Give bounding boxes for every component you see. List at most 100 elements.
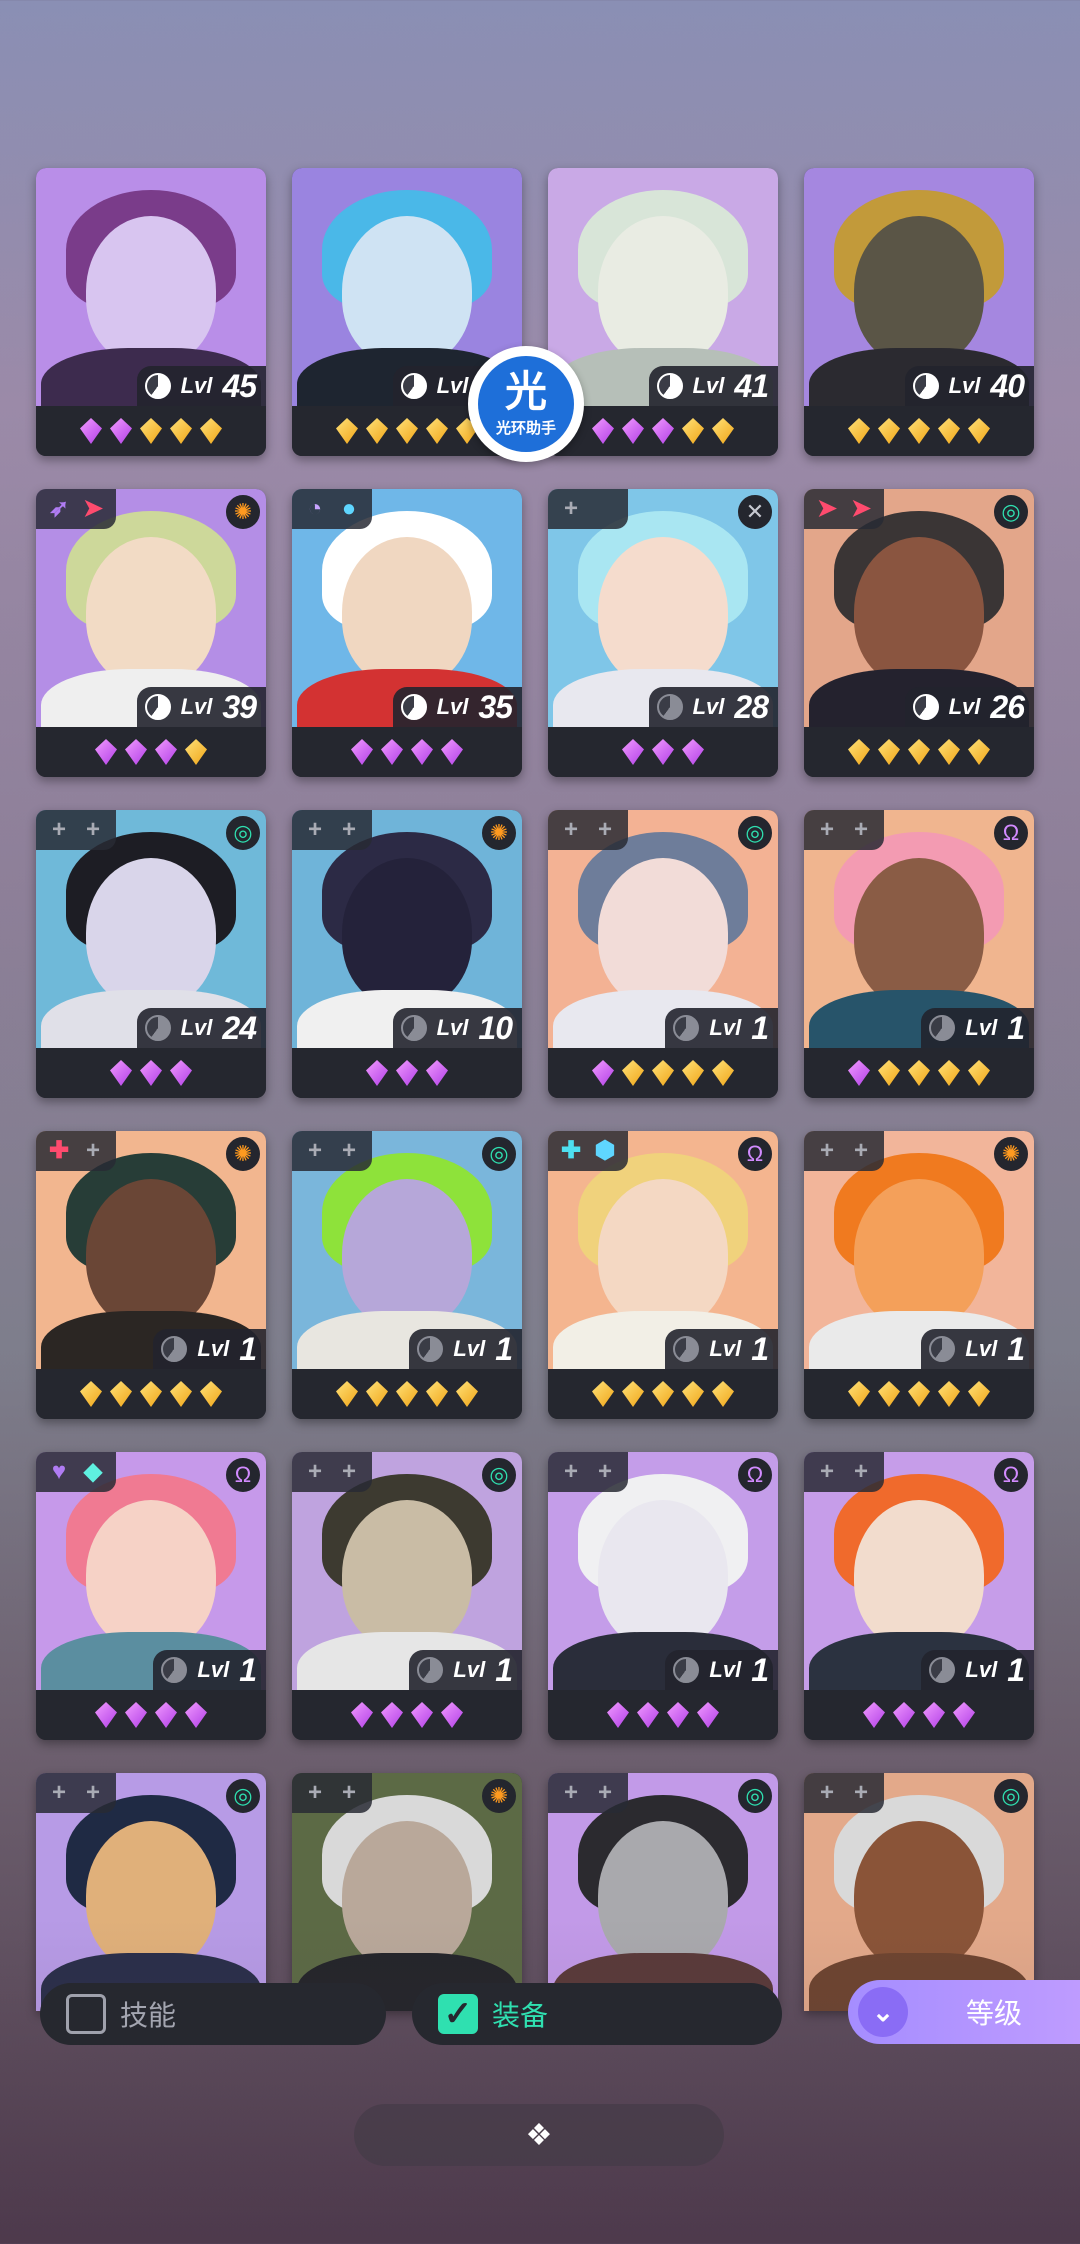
gold-star-gem-icon (878, 418, 900, 444)
faction-green-icon: ◎ (482, 1458, 516, 1492)
gold-star-gem-icon (848, 1381, 870, 1407)
level-label: Lvl (692, 694, 725, 719)
plus-icon: + (51, 816, 66, 843)
gold-star-gem-icon (366, 1381, 388, 1407)
hero-card[interactable]: + + ✺ Lvl 1 (804, 1131, 1034, 1419)
exp-pie-icon (144, 373, 171, 399)
purple-star-gem-icon (155, 739, 177, 765)
equipment-checkbox[interactable]: ✓ (438, 1994, 478, 2034)
plus-icon: + (597, 1779, 612, 1806)
hero-card[interactable]: + ✕ Lvl 28 (548, 489, 778, 777)
gold-star-gem-icon (968, 418, 990, 444)
hero-card[interactable]: ◔ ● Lvl 35 (292, 489, 522, 777)
hero-tags: + + (292, 810, 372, 850)
hero-card[interactable]: + + ◎ Lvl 1 (292, 1452, 522, 1740)
plus-icon: + (563, 1779, 578, 1806)
hero-tags: ✚ + (36, 1131, 116, 1171)
bottom-shade (0, 1918, 1080, 2244)
diamond-cluster-icon: ❖ (525, 2118, 553, 2152)
hero-tags: ✚ ⬢ (548, 1131, 628, 1171)
level-badge: Lvl 10 (392, 1008, 522, 1048)
gold-star-gem-icon (968, 1381, 990, 1407)
hero-face (854, 858, 984, 1008)
level-badge: Lvl 1 (153, 1650, 266, 1690)
level-label: Lvl (709, 1657, 742, 1682)
hero-card[interactable]: ➶ ➤ ✺ Lvl 39 (36, 489, 266, 777)
plus-icon: + (341, 1779, 356, 1806)
hero-tags: + + (548, 810, 628, 850)
hero-card[interactable]: ✚ + ✺ Lvl 1 (36, 1131, 266, 1419)
purple-star-gem-icon (953, 1702, 975, 1728)
hero-card[interactable]: Lvl 40 (804, 168, 1034, 456)
hero-card[interactable]: + + ◎ Lvl 1 (548, 810, 778, 1098)
purple-star-gem-icon (110, 418, 132, 444)
purple-star-gem-icon (366, 1060, 388, 1086)
level-value: 1 (751, 1651, 769, 1688)
hero-card[interactable]: ➤ ➤ ◎ Lvl 26 (804, 489, 1034, 777)
hero-card[interactable]: ♥ ◆ Ω Lvl 1 (36, 1452, 266, 1740)
hero-face (86, 1500, 216, 1650)
plus-icon: + (819, 1458, 834, 1485)
hero-tags: + + (548, 1773, 628, 1813)
level-value: 24 (222, 1009, 257, 1046)
level-label: Lvl (965, 1336, 998, 1361)
exp-pie-icon (161, 1657, 188, 1683)
hero-face (86, 216, 216, 366)
hero-tags: + + (292, 1773, 372, 1813)
gold-star-gem-icon (878, 1381, 900, 1407)
purple-star-gem-icon (351, 739, 373, 765)
exp-pie-icon (673, 1657, 700, 1683)
gold-star-gem-icon (200, 418, 222, 444)
hero-card[interactable]: Lvl 45 (36, 168, 266, 456)
level-label: Lvl (180, 694, 213, 719)
level-label: Lvl (453, 1336, 486, 1361)
gold-star-gem-icon (878, 1060, 900, 1086)
gold-star-gem-icon (908, 418, 930, 444)
sort-by-level-button[interactable]: ⌄ 等级 (848, 1980, 1080, 2044)
level-value: 1 (239, 1651, 257, 1688)
level-badge: Lvl 1 (921, 1329, 1034, 1369)
star-rating (548, 1048, 778, 1098)
gold-star-gem-icon (682, 1381, 704, 1407)
hero-tags: + + (292, 1452, 372, 1492)
exp-pie-icon (929, 1336, 956, 1362)
hero-card[interactable]: + + ◎ Lvl 24 (36, 810, 266, 1098)
gold-star-gem-icon (456, 1381, 478, 1407)
gold-star-gem-icon (622, 1060, 644, 1086)
plus-icon: + (819, 1779, 834, 1806)
exp-pie-icon (417, 1336, 444, 1362)
purple-star-gem-icon (652, 418, 674, 444)
gold-star-gem-icon (968, 1060, 990, 1086)
hero-card[interactable]: + + Ω Lvl 1 (804, 1452, 1034, 1740)
plus-icon: + (85, 816, 100, 843)
level-badge: Lvl 1 (409, 1329, 522, 1369)
star-rating (548, 1369, 778, 1419)
hero-tags: + + (804, 1773, 884, 1813)
plus-icon: + (563, 495, 578, 522)
gold-star-gem-icon (622, 1381, 644, 1407)
level-label: Lvl (948, 373, 981, 398)
level-badge: Lvl 1 (921, 1650, 1034, 1690)
hero-card[interactable]: ✚ ⬢ Ω Lvl 1 (548, 1131, 778, 1419)
hero-card[interactable]: + + ✺ Lvl 10 (292, 810, 522, 1098)
helper-badge[interactable]: 光 光环助手 (468, 346, 584, 462)
sort-label: 等级 (966, 1998, 1023, 2029)
faction-green-icon: ◎ (226, 1779, 260, 1813)
hero-card[interactable]: + + Ω Lvl 1 (548, 1452, 778, 1740)
hero-card[interactable]: + + ◎ Lvl 1 (292, 1131, 522, 1419)
exp-pie-icon (656, 694, 683, 720)
skill-filter-toggle[interactable]: 技能 (40, 1983, 386, 2045)
collapse-button[interactable]: ❖ (354, 2104, 724, 2166)
purple-star-gem-icon (923, 1702, 945, 1728)
equipment-filter-toggle[interactable]: ✓ 装备 (412, 1983, 782, 2045)
purple-star-gem-icon (607, 1702, 629, 1728)
hero-face (598, 1500, 728, 1650)
level-label: Lvl (197, 1657, 230, 1682)
hero-tags: ➤ ➤ (804, 489, 884, 529)
skill-checkbox[interactable] (66, 1994, 106, 2034)
level-badge: Lvl 1 (153, 1329, 266, 1369)
hero-face (342, 537, 472, 687)
hero-card[interactable]: + + Ω Lvl 1 (804, 810, 1034, 1098)
level-label: Lvl (197, 1336, 230, 1361)
level-value: 41 (734, 367, 769, 404)
